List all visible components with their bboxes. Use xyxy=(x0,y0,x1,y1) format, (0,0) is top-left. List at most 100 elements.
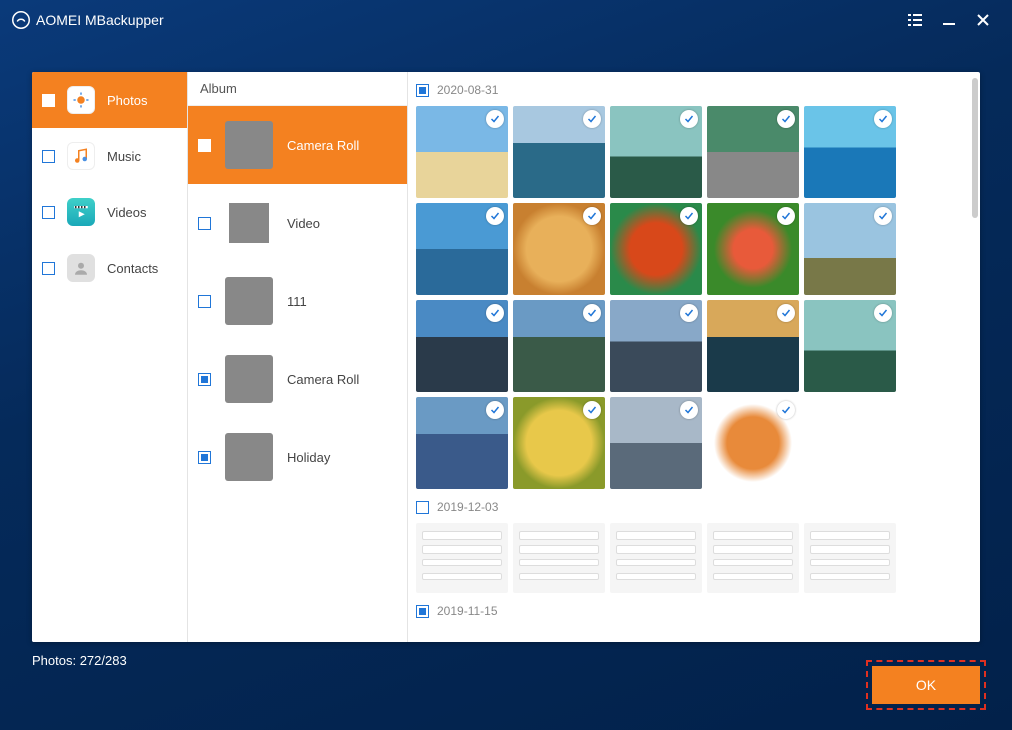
check-icon[interactable] xyxy=(680,110,698,128)
minimize-button[interactable] xyxy=(932,5,966,35)
check-icon[interactable] xyxy=(874,304,892,322)
photo-thumb[interactable] xyxy=(416,397,508,489)
sidebar-item-contacts[interactable]: Contacts xyxy=(32,240,187,296)
album-item[interactable]: Camera Roll xyxy=(188,340,407,418)
photo-thumb[interactable] xyxy=(610,203,702,295)
check-icon[interactable] xyxy=(583,304,601,322)
group-header[interactable]: 2019-12-03 xyxy=(416,495,970,519)
checkbox[interactable] xyxy=(416,84,429,97)
album-thumb xyxy=(225,433,273,481)
sidebar-item-label: Videos xyxy=(107,205,147,220)
sidebar-item-photos[interactable]: Photos xyxy=(32,72,187,128)
check-icon[interactable] xyxy=(583,401,601,419)
checkbox[interactable] xyxy=(416,605,429,618)
photo-thumb[interactable] xyxy=(416,203,508,295)
check-icon[interactable] xyxy=(486,304,504,322)
checkbox[interactable] xyxy=(198,373,211,386)
sidebar-item-music[interactable]: Music xyxy=(32,128,187,184)
group-header[interactable]: 2019-11-15 xyxy=(416,599,970,623)
photo-thumb[interactable] xyxy=(707,397,799,489)
photo-thumb[interactable] xyxy=(610,300,702,392)
checkbox[interactable] xyxy=(42,262,55,275)
album-name: Camera Roll xyxy=(287,138,359,153)
album-item[interactable]: Camera Roll xyxy=(188,106,407,184)
album-item[interactable]: Holiday xyxy=(188,418,407,496)
contacts-icon xyxy=(67,254,95,282)
checkbox[interactable] xyxy=(42,94,55,107)
album-item[interactable]: 111 xyxy=(188,262,407,340)
check-icon[interactable] xyxy=(874,110,892,128)
checkbox[interactable] xyxy=(42,206,55,219)
videos-icon xyxy=(67,198,95,226)
check-icon[interactable] xyxy=(874,207,892,225)
album-item[interactable]: Video xyxy=(188,184,407,262)
sidebar-item-videos[interactable]: Videos xyxy=(32,184,187,240)
check-icon[interactable] xyxy=(486,110,504,128)
photos-icon xyxy=(67,86,95,114)
photo-thumb[interactable] xyxy=(610,523,702,593)
photo-thumb[interactable] xyxy=(513,523,605,593)
sidebar-item-label: Music xyxy=(107,149,141,164)
photo-thumb[interactable] xyxy=(707,523,799,593)
album-name: Camera Roll xyxy=(287,372,359,387)
photo-grid xyxy=(416,523,970,593)
checkbox[interactable] xyxy=(198,217,211,230)
check-icon[interactable] xyxy=(777,401,795,419)
photo-grid xyxy=(416,106,970,489)
checkbox[interactable] xyxy=(42,150,55,163)
photo-thumb[interactable] xyxy=(707,106,799,198)
list-view-button[interactable] xyxy=(898,5,932,35)
check-icon[interactable] xyxy=(486,401,504,419)
photo-thumb[interactable] xyxy=(513,300,605,392)
scrollbar[interactable] xyxy=(972,78,978,218)
sidebar-item-label: Contacts xyxy=(107,261,158,276)
photo-thumb[interactable] xyxy=(513,203,605,295)
album-list: Camera Roll Video111 Camera Roll Holiday xyxy=(188,106,407,642)
photo-group: 2019-12-03 xyxy=(416,495,970,593)
photo-thumb[interactable] xyxy=(610,106,702,198)
photo-thumb[interactable] xyxy=(416,523,508,593)
checkbox[interactable] xyxy=(416,501,429,514)
group-date: 2019-12-03 xyxy=(437,500,498,514)
check-icon[interactable] xyxy=(680,304,698,322)
photo-thumb[interactable] xyxy=(804,203,896,295)
photo-thumb[interactable] xyxy=(804,300,896,392)
sidebar-item-label: Photos xyxy=(107,93,147,108)
album-thumb xyxy=(225,355,273,403)
photo-thumb[interactable] xyxy=(707,300,799,392)
category-sidebar: Photos Music Videos Contacts xyxy=(32,72,188,642)
group-date: 2020-08-31 xyxy=(437,83,498,97)
check-icon[interactable] xyxy=(777,207,795,225)
content-panel: Photos Music Videos Contacts Album Camera R… xyxy=(32,72,980,642)
album-thumb xyxy=(225,199,273,247)
photo-thumb[interactable] xyxy=(513,106,605,198)
checkbox[interactable] xyxy=(198,451,211,464)
photo-thumb[interactable] xyxy=(416,106,508,198)
photo-thumb[interactable] xyxy=(513,397,605,489)
check-icon[interactable] xyxy=(486,207,504,225)
check-icon[interactable] xyxy=(680,401,698,419)
photo-thumb[interactable] xyxy=(707,203,799,295)
photo-thumb[interactable] xyxy=(610,397,702,489)
photo-main[interactable]: 2020-08-31 2019-12-03 2019-11-15 xyxy=(408,72,980,642)
album-column: Album Camera Roll Video111 Camera Roll Holi… xyxy=(188,72,408,642)
status-text: Photos: 272/283 xyxy=(32,653,127,668)
close-button[interactable] xyxy=(966,5,1000,35)
album-name: Holiday xyxy=(287,450,330,465)
photo-thumb[interactable] xyxy=(804,523,896,593)
ok-button[interactable]: OK xyxy=(872,666,980,704)
photo-thumb[interactable] xyxy=(416,300,508,392)
photo-thumb[interactable] xyxy=(804,106,896,198)
checkbox[interactable] xyxy=(198,139,211,152)
album-thumb xyxy=(225,277,273,325)
check-icon[interactable] xyxy=(583,207,601,225)
music-icon xyxy=(67,142,95,170)
check-icon[interactable] xyxy=(777,110,795,128)
checkbox[interactable] xyxy=(198,295,211,308)
album-header: Album xyxy=(188,72,407,106)
group-header[interactable]: 2020-08-31 xyxy=(416,78,970,102)
group-date: 2019-11-15 xyxy=(437,604,498,618)
check-icon[interactable] xyxy=(583,110,601,128)
check-icon[interactable] xyxy=(680,207,698,225)
check-icon[interactable] xyxy=(777,304,795,322)
